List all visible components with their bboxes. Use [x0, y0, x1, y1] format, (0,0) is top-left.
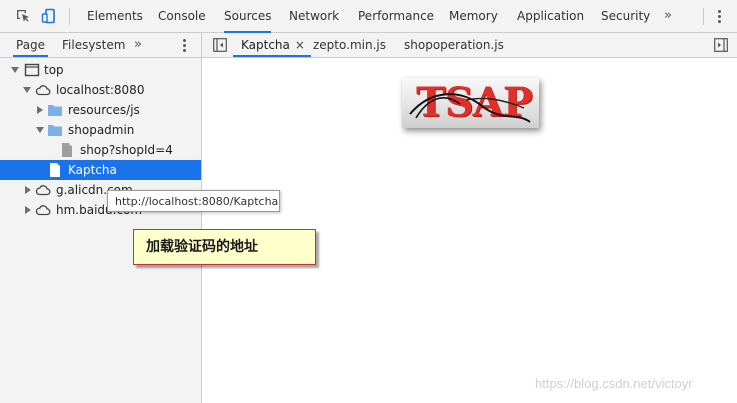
more-navigator-tabs-button[interactable]: »: [134, 33, 142, 57]
toolbar-separator: [69, 8, 70, 25]
toolbar-separator: [703, 8, 704, 25]
tree-item-resources-js[interactable]: resources/js: [0, 100, 201, 120]
file-icon: [50, 163, 60, 177]
file-icon: [62, 143, 72, 157]
cloud-icon: [35, 85, 51, 96]
expand-arrow-icon[interactable]: [23, 87, 31, 93]
tree-item-shopadmin[interactable]: shopadmin: [0, 120, 201, 140]
device-toolbar-icon[interactable]: [41, 8, 57, 24]
frame-icon: [24, 63, 40, 77]
editor-tab-kaptcha[interactable]: Kaptcha ×: [233, 33, 311, 57]
expand-arrow-icon[interactable]: [11, 67, 19, 73]
tab-network[interactable]: Network: [289, 0, 339, 33]
captcha-noise-lines: [409, 93, 531, 123]
toggle-debugger-icon[interactable]: [714, 38, 728, 52]
tab-page[interactable]: Page: [12, 33, 49, 57]
collapse-arrow-icon[interactable]: [25, 186, 31, 194]
tab-elements[interactable]: Elements: [87, 0, 143, 33]
tab-filesystem[interactable]: Filesystem: [62, 33, 125, 57]
editor-tabs: Kaptcha × zepto.min.js shopoperation.js: [202, 33, 737, 58]
more-tabs-button[interactable]: »: [664, 0, 672, 33]
tab-console[interactable]: Console: [158, 0, 206, 33]
tab-security[interactable]: Security: [601, 0, 650, 33]
inspect-element-icon[interactable]: [15, 8, 31, 24]
tab-memory[interactable]: Memory: [449, 0, 498, 33]
tree-item-label: shop?shopId=4: [80, 143, 173, 157]
tree-item-kaptcha[interactable]: Kaptcha: [0, 160, 201, 180]
sources-navigator: Page Filesystem » top localhost:8080 res…: [0, 33, 202, 403]
tree-item-label: resources/js: [68, 103, 140, 117]
tab-sources[interactable]: Sources: [224, 0, 272, 33]
devtools-toolbar: Elements Console Sources Network Perform…: [0, 0, 737, 33]
cloud-icon: [35, 205, 51, 216]
tree-item-top[interactable]: top: [0, 60, 201, 80]
kebab-menu-icon[interactable]: [713, 0, 727, 33]
tree-item-localhost[interactable]: localhost:8080: [0, 80, 201, 100]
tab-performance[interactable]: Performance: [358, 0, 434, 33]
cloud-icon: [35, 185, 51, 196]
close-tab-icon[interactable]: ×: [295, 38, 305, 52]
navigator-tabs: Page Filesystem »: [0, 33, 201, 58]
editor-tab-shopoperation[interactable]: shopoperation.js: [404, 33, 504, 57]
tree-item-label: Kaptcha: [68, 163, 117, 177]
collapse-arrow-icon[interactable]: [25, 206, 31, 214]
expand-arrow-icon[interactable]: [36, 127, 44, 133]
folder-icon: [48, 125, 62, 136]
editor-tab-zepto[interactable]: zepto.min.js: [313, 33, 386, 57]
toggle-navigator-icon[interactable]: [213, 38, 227, 52]
watermark: https://blog.csdn.net/victoyr: [535, 376, 693, 391]
collapse-arrow-icon[interactable]: [37, 106, 43, 114]
folder-icon: [48, 105, 62, 116]
annotation-callout: 加载验证码的地址: [133, 229, 316, 265]
tree-item-label: shopadmin: [68, 123, 135, 137]
editor-tab-label: Kaptcha: [241, 38, 290, 52]
tree-item-label: localhost:8080: [56, 83, 145, 97]
tab-application[interactable]: Application: [517, 0, 584, 33]
navigator-menu-icon[interactable]: [179, 33, 191, 57]
url-tooltip: http://localhost:8080/Kaptcha: [107, 190, 280, 212]
tree-item-label: top: [44, 63, 64, 77]
tree-item-shop-file[interactable]: shop?shopId=4: [0, 140, 201, 160]
captcha-image: TSAP: [402, 78, 539, 128]
